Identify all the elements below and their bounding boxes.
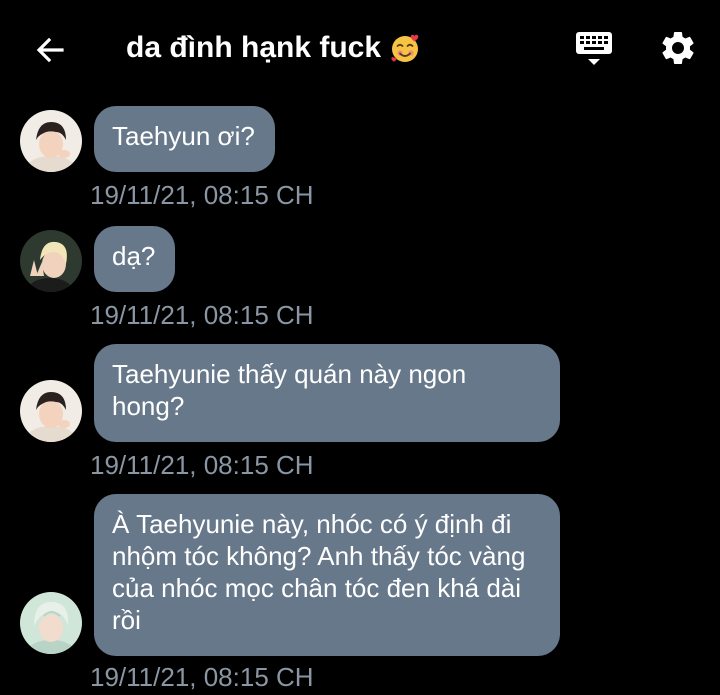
message-bubble[interactable]: À Taehyunie này, nhóc có ý định đi nhộm …	[94, 494, 560, 656]
avatar-image	[20, 230, 82, 292]
message-timestamp: 19/11/21, 08:15 CH	[90, 662, 314, 692]
keyboard-button[interactable]	[574, 28, 614, 72]
message-bubble[interactable]: Taehyun ơi?	[94, 106, 275, 172]
avatar-dark-hair[interactable]	[20, 110, 82, 172]
message-item: Taehyun ơi? 19/11/21, 08:15 CH	[0, 104, 720, 214]
message-item: À Taehyunie này, nhóc có ý định đi nhộm …	[0, 494, 720, 695]
avatar-blond-hair[interactable]	[20, 230, 82, 292]
message-text: À Taehyunie này, nhóc có ý định đi nhộm …	[112, 509, 526, 635]
avatar-light-hair[interactable]	[20, 592, 82, 654]
avatar-dark-hair[interactable]	[20, 380, 82, 442]
message-timestamp: 19/11/21, 08:15 CH	[90, 450, 314, 480]
message-text: Taehyun ơi?	[112, 121, 255, 151]
gear-icon	[662, 31, 694, 64]
message-item: dạ? 19/11/21, 08:15 CH	[0, 224, 720, 334]
message-bubble[interactable]: Taehyunie thấy quán này ngon hong?	[94, 344, 560, 442]
message-text: dạ?	[112, 241, 156, 271]
message-timestamp: 19/11/21, 08:15 CH	[90, 180, 314, 210]
message-timestamp: 19/11/21, 08:15 CH	[90, 300, 314, 330]
chat-title-text: da đình hạnk fuck	[126, 31, 382, 64]
message-item: Taehyunie thấy quán này ngon hong? 19/11…	[0, 344, 720, 484]
message-bubble[interactable]: dạ?	[94, 226, 176, 292]
keyboard-icon	[576, 32, 612, 65]
avatar-image	[20, 110, 82, 172]
back-button[interactable]	[30, 30, 70, 70]
smiling-face-with-hearts-icon	[391, 34, 419, 62]
message-text: Taehyunie thấy quán này ngon hong?	[112, 359, 467, 421]
avatar-image	[20, 380, 82, 442]
settings-button[interactable]	[658, 28, 698, 68]
chat-title: da đình hạnk fuck	[126, 28, 421, 68]
avatar-image	[20, 592, 82, 654]
top-bar: da đình hạnk fuck	[0, 0, 720, 96]
arrow-left-icon	[36, 37, 64, 63]
